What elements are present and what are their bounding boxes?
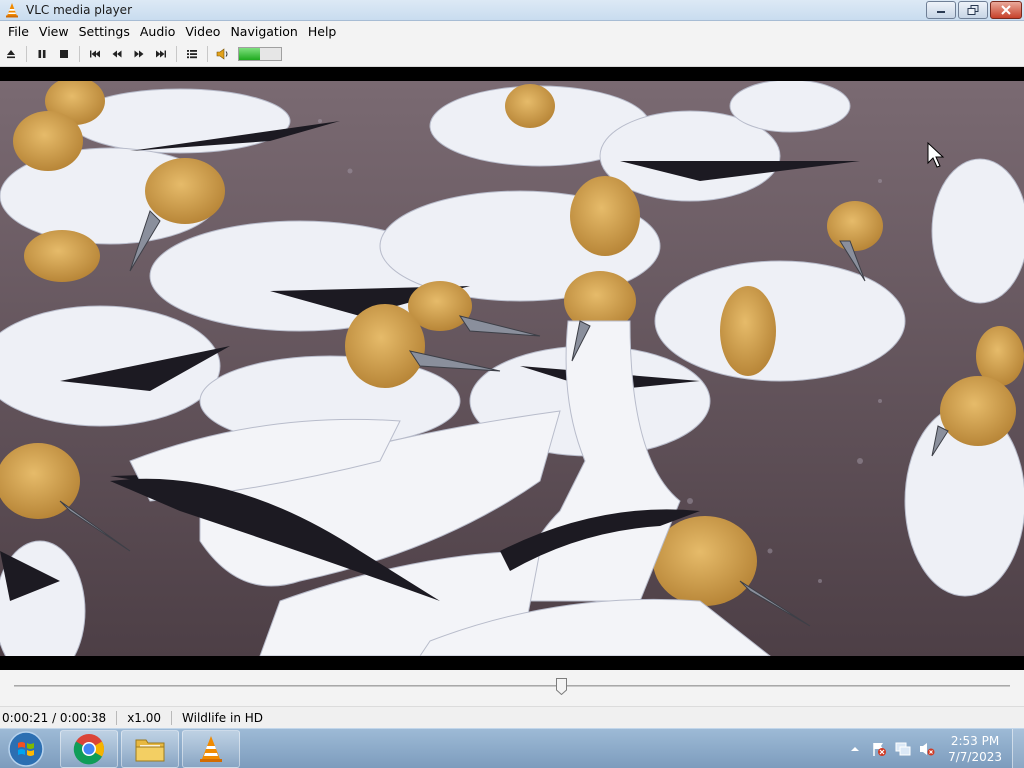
toolbar-divider (176, 46, 177, 62)
maximize-button[interactable] (958, 1, 988, 19)
speaker-icon (216, 48, 228, 60)
taskbar-chrome[interactable] (60, 730, 118, 768)
taskbar-clock[interactable]: 2:53 PM 7/7/2023 (948, 733, 1002, 765)
mute-button[interactable] (212, 43, 234, 65)
minimize-button[interactable] (926, 1, 956, 19)
menu-view[interactable]: View (34, 21, 74, 42)
action-center-button[interactable] (870, 740, 888, 758)
skip-next-icon (156, 50, 166, 58)
windows-taskbar: 2:53 PM 7/7/2023 (0, 728, 1024, 768)
elapsed-total-time[interactable]: 0:00:21 / 0:00:38 (0, 711, 108, 725)
window-controls (924, 1, 1022, 19)
window-titlebar: VLC media player (0, 0, 1024, 21)
chrome-icon (73, 734, 105, 765)
media-title: Wildlife in HD (182, 710, 264, 725)
window-title: VLC media player (26, 3, 133, 17)
gannets-colony-video-frame (0, 81, 1024, 656)
previous-button[interactable] (84, 43, 106, 65)
volume-button[interactable] (918, 740, 936, 758)
network-button[interactable] (894, 740, 912, 758)
status-bar: 0:00:21 / 0:00:38 x1.00 Wildlife in HD (0, 706, 1024, 728)
taskbar-vlc[interactable] (182, 730, 240, 768)
system-tray: 2:53 PM 7/7/2023 (840, 729, 1006, 768)
vlc-cone-icon (200, 736, 222, 762)
status-divider (116, 710, 118, 725)
maximize-icon (967, 5, 979, 15)
pause-button[interactable] (31, 43, 53, 65)
show-hidden-icons-button[interactable] (846, 740, 864, 758)
close-icon (1001, 5, 1011, 15)
stop-icon (60, 50, 68, 58)
stop-button[interactable] (53, 43, 75, 65)
minimize-icon (937, 11, 945, 13)
action-center-flag-icon (873, 743, 887, 756)
menu-help[interactable]: Help (303, 21, 342, 42)
vlc-cone-icon (6, 3, 18, 18)
show-hidden-icons-icon (851, 747, 860, 751)
start-button[interactable] (3, 731, 49, 767)
pause-icon (38, 50, 46, 58)
menu-audio[interactable]: Audio (135, 21, 181, 42)
playback-toolbar (0, 42, 1024, 67)
playlist-icon (187, 50, 197, 59)
slower-button[interactable] (106, 43, 128, 65)
skip-previous-icon (90, 50, 100, 58)
file-explorer-icon (135, 739, 165, 762)
rewind-icon (112, 50, 122, 58)
status-divider (171, 710, 173, 725)
menu-navigation[interactable]: Navigation (225, 21, 302, 42)
windows-start-icon (8, 731, 44, 767)
menu-video[interactable]: Video (180, 21, 225, 42)
volume-level (239, 48, 260, 60)
close-button[interactable] (990, 1, 1022, 19)
toolbar-divider (79, 46, 80, 62)
volume-muted-icon (920, 743, 935, 756)
taskbar-file-explorer[interactable] (121, 730, 179, 768)
clock-time: 2:53 PM (950, 734, 1000, 748)
eject-icon (7, 50, 15, 59)
menu-bar: File View Settings Audio Video Navigatio… (0, 21, 1024, 42)
toolbar-divider (26, 46, 27, 62)
playback-speed[interactable]: x1.00 (125, 711, 163, 725)
fast-forward-icon (134, 50, 144, 58)
toolbar-divider (207, 46, 208, 62)
eject-button[interactable] (0, 43, 22, 65)
seek-handle[interactable] (556, 678, 568, 695)
network-icon (895, 742, 911, 756)
video-area[interactable] (0, 67, 1024, 670)
playlist-button[interactable] (181, 43, 203, 65)
volume-slider[interactable] (238, 47, 282, 61)
show-desktop-button[interactable] (1012, 729, 1024, 768)
seek-bar-row (0, 670, 1024, 706)
seek-slider[interactable] (14, 685, 1010, 687)
menu-file[interactable]: File (3, 21, 34, 42)
faster-button[interactable] (128, 43, 150, 65)
next-button[interactable] (150, 43, 172, 65)
clock-date: 7/7/2023 (948, 750, 1002, 764)
menu-settings[interactable]: Settings (74, 21, 135, 42)
